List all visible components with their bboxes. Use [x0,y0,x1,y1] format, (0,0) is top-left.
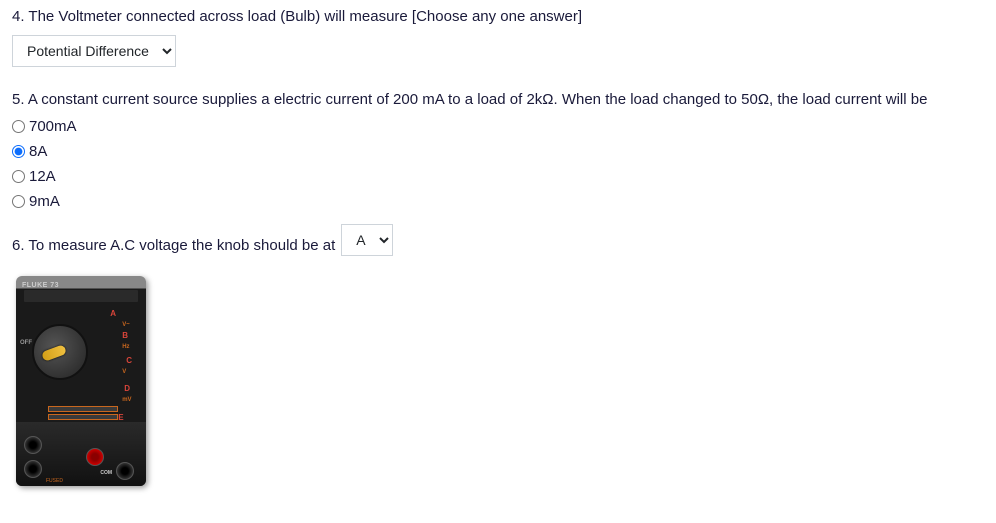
q5-label-1: 8A [29,143,47,160]
mm-label-b: B [122,330,132,343]
mm-port-vohm [86,448,104,466]
multimeter-dial [32,324,88,380]
question-4: 4. The Voltmeter connected across load (… [12,8,984,77]
q5-radio-1[interactable] [12,145,25,158]
mm-btn-range [48,406,118,412]
mm-label-a: A [110,308,132,321]
q5-option-1[interactable]: 8A [12,143,984,160]
q5-option-3[interactable]: 9mA [12,193,984,210]
mm-fused-label: FUSED [46,478,63,484]
question-6: 6. To measure A.C voltage the knob shoul… [12,224,984,486]
mm-label-d: D [124,383,132,396]
mm-sub-d: mV [122,396,132,406]
mm-sub-b: Hz [122,343,132,353]
q5-radio-3[interactable] [12,195,25,208]
q5-radio-2[interactable] [12,170,25,183]
q5-label-0: 700mA [29,118,77,135]
multimeter-screen [24,290,138,302]
q5-option-2[interactable]: 12A [12,168,984,185]
q5-label-2: 12A [29,168,56,185]
multimeter-bottom: COM FUSED [16,422,146,486]
mm-sub-a: V~ [122,321,132,331]
multimeter-brand: FLUKE 73 [22,282,59,289]
mm-port-10a [24,436,42,454]
q5-radio-group: 700mA 8A 12A 9mA [12,118,984,210]
question-6-row: 6. To measure A.C voltage the knob shoul… [12,224,984,266]
mm-btn-hold [48,414,118,420]
question-5: 5. A constant current source supplies a … [12,91,984,210]
mm-port-ma [24,460,42,478]
mm-sub-c: V [122,368,132,378]
mm-com-label: COM [100,470,112,476]
q5-radio-0[interactable] [12,120,25,133]
question-5-text: 5. A constant current source supplies a … [12,91,984,108]
question-4-text: 4. The Voltmeter connected across load (… [12,8,984,25]
q5-option-0[interactable]: 700mA [12,118,984,135]
multimeter-off-label: OFF [20,340,32,346]
multimeter-image: FLUKE 73 OFF A V~ B Hz C V D mV E G COM … [16,276,146,486]
mm-port-com [116,462,134,480]
q5-label-3: 9mA [29,193,60,210]
mm-label-c: C [126,355,132,368]
question-6-text: 6. To measure A.C voltage the knob shoul… [12,237,335,254]
q6-select[interactable]: A [341,224,393,256]
q4-select[interactable]: Potential Difference [12,35,176,67]
